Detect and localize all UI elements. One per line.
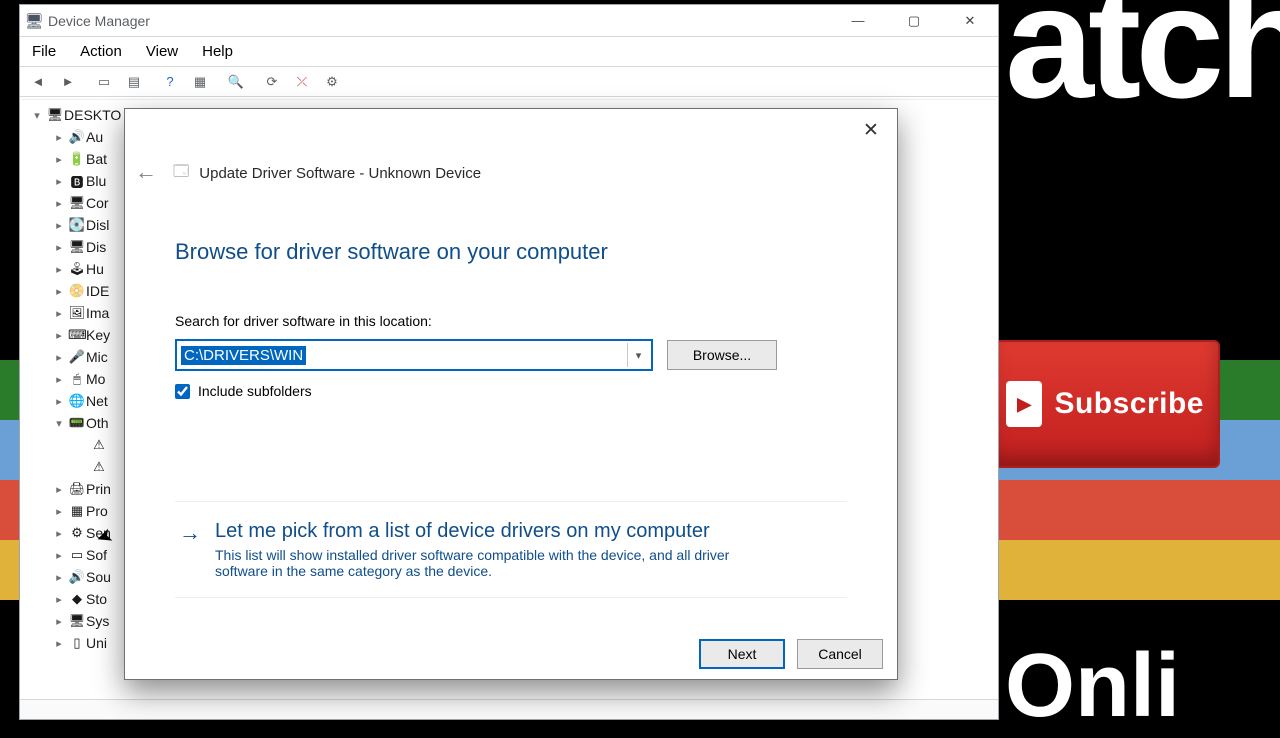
root-label: DESKTO xyxy=(64,107,121,123)
device-category-icon: 🌐 xyxy=(68,393,86,409)
tree-label: Mic xyxy=(86,349,108,365)
other-devices-icon: 📟 xyxy=(68,415,86,431)
tree-label: Ima xyxy=(86,305,109,321)
arrow-right-icon: → xyxy=(179,520,201,579)
tree-label: Dis xyxy=(86,239,106,255)
disable-icon[interactable]: ⚙ xyxy=(318,69,346,95)
tree-label: Mo xyxy=(86,371,105,387)
device-category-icon: 💽 xyxy=(68,217,86,233)
device-category-icon: ▭ xyxy=(68,547,86,563)
tree-label: Cor xyxy=(86,195,109,211)
tree-label: Sto xyxy=(86,591,107,607)
pick-title: Let me pick from a list of device driver… xyxy=(215,520,775,543)
tree-label: IDE xyxy=(86,283,109,299)
tree-label: Net xyxy=(86,393,108,409)
subscribe-label: Subscribe xyxy=(1054,387,1204,421)
device-category-icon: 🖥 xyxy=(68,239,86,255)
show-hide-tree-icon[interactable]: ▭ xyxy=(90,69,118,95)
dialog-back-button[interactable]: ← xyxy=(135,159,157,185)
menu-help[interactable]: Help xyxy=(190,37,245,66)
device-category-icon: 🖼 xyxy=(68,305,86,321)
play-icon: ▶ xyxy=(1006,381,1042,427)
titlebar[interactable]: 🖥 Device Manager — ▢ ✕ xyxy=(20,5,998,37)
device-category-icon: 📀 xyxy=(68,283,86,299)
device-category-icon: 🔊 xyxy=(68,569,86,585)
include-subfolders-label: Include subfolders xyxy=(198,383,312,399)
computer-icon: 🖥 xyxy=(46,107,64,123)
device-icon: 🗔 xyxy=(173,161,189,186)
menubar: File Action View Help xyxy=(20,37,998,67)
minimize-button[interactable]: — xyxy=(830,5,886,37)
device-category-icon: 🔊 xyxy=(68,129,86,145)
pick-from-list-option[interactable]: → Let me pick from a list of device driv… xyxy=(175,501,847,598)
tree-label: Hu xyxy=(86,261,104,277)
tree-label: Key xyxy=(86,327,110,343)
tree-label: Sof xyxy=(86,547,107,563)
next-button[interactable]: Next xyxy=(699,639,785,669)
forward-icon[interactable]: ► xyxy=(54,69,82,95)
device-category-icon: ▯ xyxy=(68,635,86,651)
dialog-title: Browse for driver software on your compu… xyxy=(175,239,847,265)
update-driver-icon[interactable]: ⟳ xyxy=(258,69,286,95)
scan-icon[interactable]: 🔍 xyxy=(222,69,250,95)
path-combobox[interactable]: C:\DRIVERS\WIN ▾ xyxy=(175,339,653,371)
tree-label: Oth xyxy=(86,415,109,431)
app-icon: 🖥 xyxy=(20,12,48,30)
path-value: C:\DRIVERS\WIN xyxy=(181,346,306,365)
tree-label: Sen xyxy=(86,525,111,541)
device-category-icon: 🖥 xyxy=(68,613,86,629)
tree-label: Prin xyxy=(86,481,111,497)
dialog-close-button[interactable]: ✕ xyxy=(851,115,891,145)
tree-label: Sys xyxy=(86,613,109,629)
device-category-icon: ⌨ xyxy=(68,327,86,343)
device-category-icon: 🖨 xyxy=(68,481,86,497)
background-text-bottom: Onli xyxy=(1005,635,1180,738)
properties-icon[interactable]: ▤ xyxy=(120,69,148,95)
device-category-icon: ◆ xyxy=(68,591,86,607)
tree-label: Pro xyxy=(86,503,108,519)
breadcrumb-text: Update Driver Software - Unknown Device xyxy=(199,165,481,182)
unknown-device-icon: ⚠ xyxy=(90,459,108,475)
menu-action[interactable]: Action xyxy=(68,37,134,66)
pick-description: This list will show installed driver sof… xyxy=(215,547,775,579)
chevron-down-icon[interactable]: ▾ xyxy=(627,343,649,367)
browse-button[interactable]: Browse... xyxy=(667,340,777,370)
tree-label: Bat xyxy=(86,151,107,167)
window-title: Device Manager xyxy=(48,13,150,29)
device-category-icon: 🖱 xyxy=(68,371,86,387)
include-subfolders-checkbox[interactable]: Include subfolders xyxy=(175,383,847,399)
device-category-icon: 🔋 xyxy=(68,151,86,167)
include-subfolders-input[interactable] xyxy=(175,384,190,399)
statusbar xyxy=(20,699,998,719)
subscribe-button[interactable]: ▶ Subscribe xyxy=(990,340,1220,468)
device-category-icon: 🖥 xyxy=(68,195,86,211)
device-view-icon[interactable]: ▦ xyxy=(186,69,214,95)
cancel-button[interactable]: Cancel xyxy=(797,639,883,669)
tree-label: Au xyxy=(86,129,103,145)
help-icon[interactable]: ? xyxy=(156,69,184,95)
update-driver-dialog: ✕ ← 🗔 Update Driver Software - Unknown D… xyxy=(124,108,898,680)
close-button[interactable]: ✕ xyxy=(942,5,998,37)
device-category-icon: ⚙ xyxy=(68,525,86,541)
unknown-device-icon: ⚠ xyxy=(90,437,108,453)
back-icon[interactable]: ◄ xyxy=(24,69,52,95)
menu-file[interactable]: File xyxy=(20,37,68,66)
tree-label: Sou xyxy=(86,569,111,585)
device-category-icon: 🅱 xyxy=(68,172,86,191)
uninstall-icon[interactable]: ⤫ xyxy=(288,69,316,95)
search-location-label: Search for driver software in this locat… xyxy=(175,313,847,329)
tree-label: Disl xyxy=(86,217,109,233)
dialog-breadcrumb: 🗔 Update Driver Software - Unknown Devic… xyxy=(173,161,481,186)
device-category-icon: 🕹 xyxy=(68,261,86,277)
menu-view[interactable]: View xyxy=(134,37,190,66)
toolbar: ◄ ► ▭ ▤ ? ▦ 🔍 ⟳ ⤫ ⚙ xyxy=(20,67,998,97)
device-category-icon: 🎤 xyxy=(68,349,86,365)
device-category-icon: ▦ xyxy=(68,503,86,519)
tree-label: Blu xyxy=(86,173,106,189)
background-text: atch xyxy=(1005,0,1280,134)
maximize-button[interactable]: ▢ xyxy=(886,5,942,37)
tree-label: Uni xyxy=(86,635,107,651)
